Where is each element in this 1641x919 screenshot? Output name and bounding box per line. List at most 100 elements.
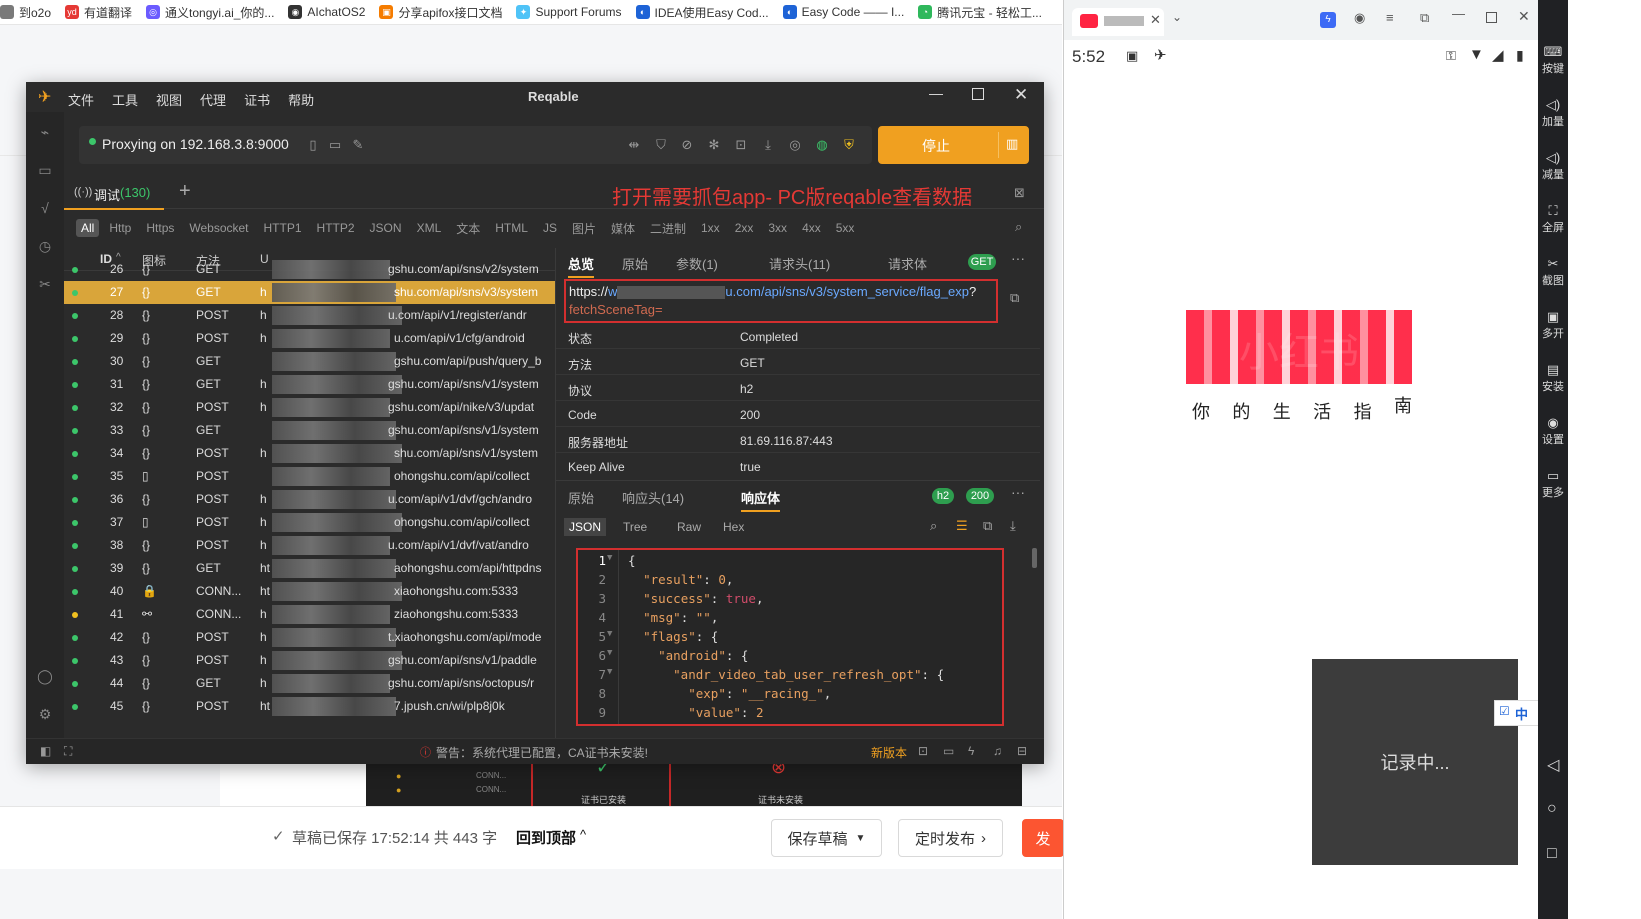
bookmark-item[interactable]: ◔ 腾讯元宝 - 轻松工...: [918, 4, 1042, 21]
history-icon[interactable]: ◷: [37, 238, 53, 254]
view-mode-tab[interactable]: Raw: [672, 518, 706, 536]
rail-button[interactable]: ▤ 安装: [1538, 362, 1568, 394]
filter-chip[interactable]: HTML: [495, 221, 528, 235]
globe-icon[interactable]: ◍: [814, 137, 830, 153]
detail-tab[interactable]: 响应体: [741, 488, 781, 512]
filter-chip[interactable]: Https: [146, 221, 174, 235]
filter-chip[interactable]: 4xx: [802, 221, 821, 235]
view-mode-tab[interactable]: JSON: [564, 518, 607, 536]
ssl-icon[interactable]: ⛉: [653, 137, 669, 153]
bell-icon[interactable]: ♫: [993, 744, 1002, 758]
detail-tab[interactable]: 响应头(14): [622, 488, 684, 507]
ime-indicator[interactable]: ☑ 中: [1494, 700, 1541, 726]
chevron-down-icon[interactable]: ⌄: [1172, 10, 1182, 24]
detail-tab[interactable]: 请求体: [888, 254, 927, 273]
box-icon[interactable]: ▭: [37, 162, 53, 178]
publish-button[interactable]: 发: [1022, 819, 1064, 857]
close-icon[interactable]: ✕: [1518, 8, 1530, 25]
tab-phone[interactable]: ✕: [1072, 8, 1164, 36]
filter-chip[interactable]: 2xx: [735, 221, 754, 235]
rocket-icon[interactable]: ⌁: [37, 124, 53, 140]
menu-icon[interactable]: ≡: [1386, 10, 1394, 25]
back-to-top-link[interactable]: 回到顶部: [516, 827, 576, 848]
rail-button[interactable]: ⌨ 按键: [1538, 44, 1568, 76]
mirror-icon[interactable]: ⇹: [626, 137, 642, 153]
more-icon[interactable]: ···: [1011, 484, 1025, 500]
filter-chip[interactable]: JSON: [370, 221, 402, 235]
table-row[interactable]: 42 {} POST h t.xiaohongshu.com/api/mode: [64, 626, 555, 649]
bolt-icon[interactable]: ϟ: [968, 744, 974, 758]
filter-chip[interactable]: 图片: [572, 220, 596, 237]
filter-chip[interactable]: 二进制: [650, 220, 686, 237]
filter-chip[interactable]: Websocket: [189, 221, 248, 235]
filter-chip[interactable]: XML: [417, 221, 442, 235]
table-row[interactable]: 31 {} GET h gshu.com/api/sns/v1/system: [64, 373, 555, 396]
view-mode-tab[interactable]: Tree: [618, 518, 652, 536]
schedule-button[interactable]: 定时发布 ›: [898, 819, 1003, 857]
fold-toggle-icon[interactable]: ▼: [607, 648, 612, 658]
phone-icon[interactable]: ▯: [305, 137, 321, 153]
rail-button[interactable]: ◉ 设置: [1538, 415, 1568, 447]
trash-icon[interactable]: ▥: [1006, 136, 1018, 152]
json-viewer[interactable]: 1 ▼{2 "result": 0, 3 "success": true, 4 "ms…: [576, 548, 1004, 726]
maximize-icon[interactable]: [972, 88, 984, 100]
filter-chip[interactable]: 媒体: [611, 220, 635, 237]
sidebar-toggle-icon[interactable]: ◧: [40, 744, 51, 758]
settings-icon[interactable]: ⚙: [37, 706, 53, 722]
table-row[interactable]: 45 {} POST ht 7.jpush.cn/wi/plp8j0k: [64, 695, 555, 718]
bookmark-item[interactable]: ✦ Support Forums: [516, 5, 622, 19]
pin-icon[interactable]: ⧉: [1420, 10, 1429, 26]
filter-chip[interactable]: HTTP1: [264, 221, 302, 235]
table-row[interactable]: 33 {} GET gshu.com/api/sns/v1/system: [64, 419, 555, 442]
more-icon[interactable]: ···: [1011, 250, 1025, 266]
menu-item[interactable]: 帮助: [288, 90, 314, 109]
rail-button[interactable]: ⛶ 全屏: [1538, 203, 1568, 235]
table-row[interactable]: 40 🔒 CONN... ht xiaohongshu.com:5333: [64, 580, 555, 603]
home-icon[interactable]: ○: [1547, 800, 1557, 818]
back-icon[interactable]: ◁: [1547, 755, 1559, 775]
fullscreen-icon[interactable]: ⛶: [64, 744, 72, 759]
rail-button[interactable]: ✂ 截图: [1538, 256, 1568, 288]
filter-chip[interactable]: HTTP2: [317, 221, 355, 235]
detail-tab[interactable]: 参数(1): [676, 254, 718, 273]
add-tab-icon[interactable]: +: [179, 180, 191, 203]
recent-apps-icon[interactable]: □: [1547, 845, 1557, 863]
bookmark-item[interactable]: ◐ IDEA使用Easy Cod...: [635, 4, 769, 21]
filter-chip[interactable]: JS: [543, 221, 557, 235]
minimize-icon[interactable]: —: [929, 85, 943, 101]
filter-chip[interactable]: 3xx: [768, 221, 787, 235]
screenshot-off-icon[interactable]: ⊠: [1014, 185, 1025, 201]
stop-button[interactable]: 停止 ▥: [878, 126, 1029, 164]
flash-icon[interactable]: ϟ: [1320, 12, 1336, 28]
menu-item[interactable]: 代理: [200, 90, 226, 109]
menu-item[interactable]: 文件: [68, 90, 94, 109]
bookmark-item[interactable]: ◐ Easy Code —— I...: [782, 5, 904, 19]
table-row[interactable]: 32 {} POST h gshu.com/api/nike/v3/updat: [64, 396, 555, 419]
function-icon[interactable]: √: [37, 200, 53, 216]
export-icon[interactable]: ⊡: [918, 744, 928, 758]
table-row[interactable]: 43 {} POST h gshu.com/api/sns/v1/paddle: [64, 649, 555, 672]
monitor-icon[interactable]: ▭: [327, 137, 343, 153]
copy-icon[interactable]: ⧉: [1010, 290, 1019, 306]
menu-item[interactable]: 工具: [112, 90, 138, 109]
fold-toggle-icon[interactable]: ▼: [607, 553, 612, 563]
tools-icon[interactable]: ✂: [37, 276, 53, 292]
table-row[interactable]: 26 {} GET gshu.com/api/sns/v2/system: [64, 258, 555, 281]
detail-tab[interactable]: 请求头(11): [769, 254, 830, 273]
search-icon[interactable]: ⌕: [930, 518, 937, 534]
new-version-link[interactable]: 新版本: [871, 744, 907, 761]
detail-tab[interactable]: 总览: [568, 254, 595, 278]
table-row[interactable]: 30 {} GET gshu.com/api/push/query_b: [64, 350, 555, 373]
table-row[interactable]: 38 {} POST h u.com/api/v1/dvf/vat/andro: [64, 534, 555, 557]
rewrite-icon[interactable]: ⊡: [733, 137, 749, 153]
filter-chip[interactable]: Http: [109, 221, 131, 235]
detail-tab[interactable]: 原始: [568, 488, 594, 507]
filter-chip[interactable]: All: [76, 219, 100, 237]
bookmark-item[interactable]: ◎ 通义tongyi.ai_你的...: [146, 4, 274, 21]
fold-toggle-icon[interactable]: ▼: [607, 667, 612, 677]
edit-icon[interactable]: ✎: [350, 137, 366, 153]
save-draft-button[interactable]: 保存草稿 ▼: [771, 819, 882, 857]
table-row[interactable]: 37 ▯ POST h ohongshu.com/api/collect: [64, 511, 555, 534]
table-row[interactable]: 39 {} GET ht aohongshu.com/api/httpdns: [64, 557, 555, 580]
rail-button[interactable]: ◁) 加量: [1538, 97, 1568, 129]
